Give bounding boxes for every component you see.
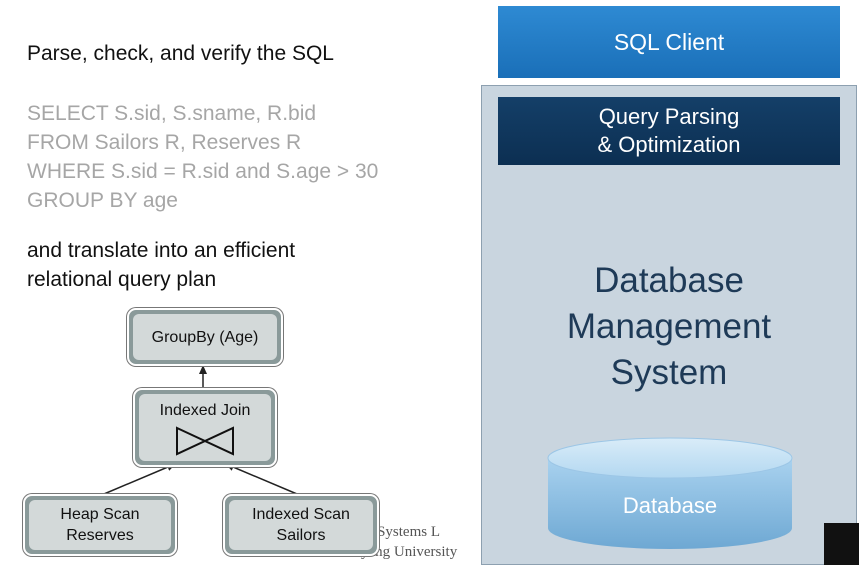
groupby-label: GroupBy (Age): [151, 328, 259, 346]
heap-scan-node: Heap Scan Reserves: [23, 494, 177, 556]
arrow-indexscan-to-join: [225, 463, 298, 495]
groupby-node: GroupBy (Age): [127, 308, 283, 366]
indexed-join-label: Indexed Join: [159, 402, 251, 419]
indexed-join-node: Indexed Join: [133, 388, 277, 467]
corner-edge: [824, 523, 859, 565]
arrow-heapscan-to-join: [103, 463, 176, 495]
heap-scan-label-2: Reserves: [66, 527, 134, 544]
sql-client-label: SQL Client: [613, 28, 725, 55]
dbms-title-line: Database: [594, 261, 744, 300]
database-label: Database: [622, 493, 718, 518]
query-parsing-box: Query Parsing & Optimization: [498, 97, 840, 165]
heap-scan-label-1: Heap Scan: [60, 506, 140, 523]
query-parsing-label-2: & Optimization: [597, 132, 741, 157]
bowtie-join-icon: [176, 426, 234, 456]
indexed-scan-label-2: Sailors: [276, 527, 326, 544]
sql-client-box: SQL Client: [498, 6, 840, 78]
query-parsing-label-1: Query Parsing: [598, 104, 740, 129]
dbms-title-line: Management: [566, 307, 772, 346]
indexed-scan-node: Indexed Scan Sailors: [223, 494, 379, 556]
indexed-scan-label-1: Indexed Scan: [252, 506, 350, 523]
dbms-title: Database Management System: [481, 258, 857, 396]
plan-arrows: [103, 365, 298, 495]
dbms-title-line: System: [610, 353, 728, 392]
